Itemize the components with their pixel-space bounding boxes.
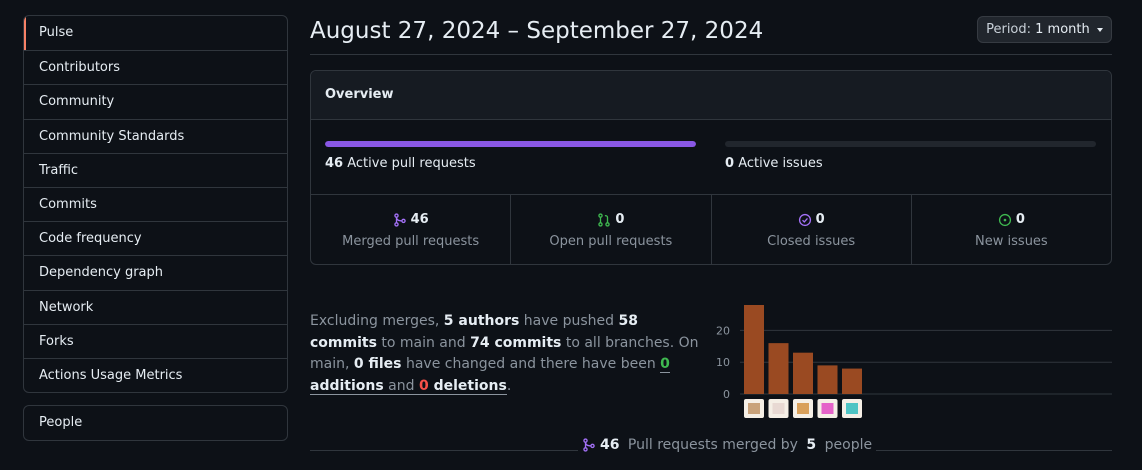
- repo-insights-menu: Pulse Contributors Community Community S…: [23, 15, 288, 394]
- menu-item-label: Commits: [39, 196, 97, 212]
- menu-item-label: Pulse: [39, 25, 74, 40]
- summary-text: have changed and there have been: [401, 356, 661, 372]
- menu-item-label: Contributors: [39, 60, 120, 76]
- people-count: 5: [806, 437, 817, 453]
- summary-text: Excluding merges,: [310, 313, 444, 329]
- author-avatar-pattern: [846, 403, 858, 414]
- commit-summary: Excluding merges, 5 authors have pushed …: [310, 311, 705, 397]
- menu-item-people[interactable]: People: [24, 406, 287, 440]
- menu-item-label: Code frequency: [39, 231, 142, 247]
- menu-item-commits[interactable]: Commits: [24, 186, 287, 221]
- y-tick-label: 10: [716, 356, 730, 369]
- author-avatar-pattern: [772, 403, 785, 414]
- summary-text: have pushed: [519, 313, 619, 329]
- stat-label: New issues: [975, 233, 1048, 249]
- period-dropdown-button[interactable]: Period: 1 month: [977, 16, 1112, 43]
- overview-box: Overview 46 Active pull requests 0 Activ…: [310, 70, 1112, 265]
- stat-count: 0: [1015, 212, 1025, 227]
- active-issues-progress-bar: [725, 141, 1096, 147]
- menu-item-contributors[interactable]: Contributors: [24, 50, 287, 84]
- stat-label: Merged pull requests: [342, 233, 480, 249]
- page-title: August 27, 2024 – September 27, 2024: [310, 18, 764, 44]
- deletions-link[interactable]: 0 deletions: [418, 377, 507, 395]
- menu-item-label: Community: [39, 94, 115, 110]
- overview-stats: 46 Merged pull requests 0 Open pull requ…: [311, 195, 1111, 264]
- pull-request-icon: [598, 212, 611, 227]
- stat-count: 0: [615, 212, 625, 227]
- deletions-count: 0: [418, 377, 429, 394]
- menu-item-label: Community Standards: [39, 128, 185, 144]
- additions-count: 0: [660, 356, 670, 372]
- issue-closed-icon: [798, 213, 811, 226]
- stat-count: 0: [815, 212, 825, 227]
- summary-commits-all: 74 commits: [470, 334, 562, 351]
- summary-text: to main and: [376, 334, 471, 351]
- menu-item-network[interactable]: Network: [24, 289, 287, 324]
- merged-icon: [393, 212, 406, 227]
- menu-item-label: Actions Usage Metrics: [39, 367, 183, 383]
- menu-item-label: People: [39, 415, 83, 430]
- merged-count: 46: [600, 437, 620, 453]
- stat-open-prs[interactable]: 0 Open pull requests: [510, 195, 710, 264]
- menu-item-actions-usage-metrics[interactable]: Actions Usage Metrics: [24, 357, 287, 392]
- stat-label: Closed issues: [767, 233, 856, 249]
- stat-label: Open pull requests: [549, 233, 673, 249]
- active-prs-label: Active pull requests: [347, 156, 476, 171]
- active-issues-link[interactable]: 0 Active issues: [725, 156, 823, 171]
- active-prs-progress-bar: [325, 141, 696, 147]
- bar: [793, 352, 813, 394]
- stat-merged-prs[interactable]: 46 Merged pull requests: [311, 195, 510, 264]
- menu-item-traffic[interactable]: Traffic: [24, 152, 287, 187]
- caret-down-icon: [1096, 27, 1103, 32]
- overview-title: Overview: [311, 71, 1111, 120]
- menu-item-label: Forks: [39, 333, 74, 349]
- bar: [817, 365, 838, 394]
- active-prs-fill: [325, 141, 696, 147]
- bar: [768, 343, 789, 394]
- deletions-word: deletions: [433, 377, 507, 394]
- active-issues-label: Active issues: [738, 156, 823, 171]
- merged-prs-heading: 46 Pull requests merged by 5 people: [578, 437, 877, 453]
- footer-text: Pull requests merged by: [623, 437, 803, 453]
- summary-text: .: [506, 377, 512, 394]
- active-prs-link[interactable]: 46 Active pull requests: [325, 156, 476, 171]
- y-tick-label: 20: [716, 324, 730, 337]
- summary-authors: 5 authors: [443, 313, 520, 329]
- menu-item-label: Traffic: [39, 162, 79, 178]
- menu-item-forks[interactable]: Forks: [24, 323, 287, 358]
- merged-icon: [583, 438, 595, 452]
- divider: [310, 54, 1112, 55]
- author-avatar-pattern: [748, 403, 760, 414]
- stat-closed-issues[interactable]: 0 Closed issues: [710, 195, 911, 264]
- activity-bars: 46 Active pull requests 0 Active issues: [311, 120, 1111, 195]
- stat-new-issues[interactable]: 0 New issues: [910, 195, 1111, 264]
- menu-item-code-frequency[interactable]: Code frequency: [24, 221, 287, 255]
- period-value: 1 month: [1035, 22, 1090, 37]
- issue-opened-icon: [998, 213, 1011, 226]
- active-issues-count: 0: [725, 156, 735, 171]
- summary-text: and: [383, 377, 419, 395]
- menu-item-community-standards[interactable]: Community Standards: [24, 118, 287, 153]
- menu-item-label: Network: [39, 299, 94, 315]
- summary-files: 0 files: [353, 356, 402, 372]
- commits-by-author-chart: 0 10 20: [716, 305, 1112, 418]
- stat-count: 46: [410, 212, 429, 227]
- additions-word: additions: [310, 377, 384, 394]
- author-avatar-pattern: [821, 403, 834, 414]
- author-avatar-pattern: [797, 403, 809, 414]
- divider: [310, 450, 578, 451]
- bar: [842, 368, 862, 394]
- active-prs-count: 46: [325, 156, 344, 171]
- menu-item-label: Dependency graph: [39, 265, 164, 281]
- bar: [744, 305, 764, 394]
- people-menu: People: [23, 405, 288, 441]
- menu-item-community[interactable]: Community: [24, 84, 287, 118]
- menu-item-dependency-graph[interactable]: Dependency graph: [24, 255, 287, 289]
- divider: [846, 450, 1112, 451]
- menu-item-pulse[interactable]: Pulse: [24, 16, 287, 51]
- footer-text: people: [820, 437, 873, 453]
- period-prefix: Period:: [986, 22, 1032, 37]
- y-tick-label: 0: [723, 388, 730, 401]
